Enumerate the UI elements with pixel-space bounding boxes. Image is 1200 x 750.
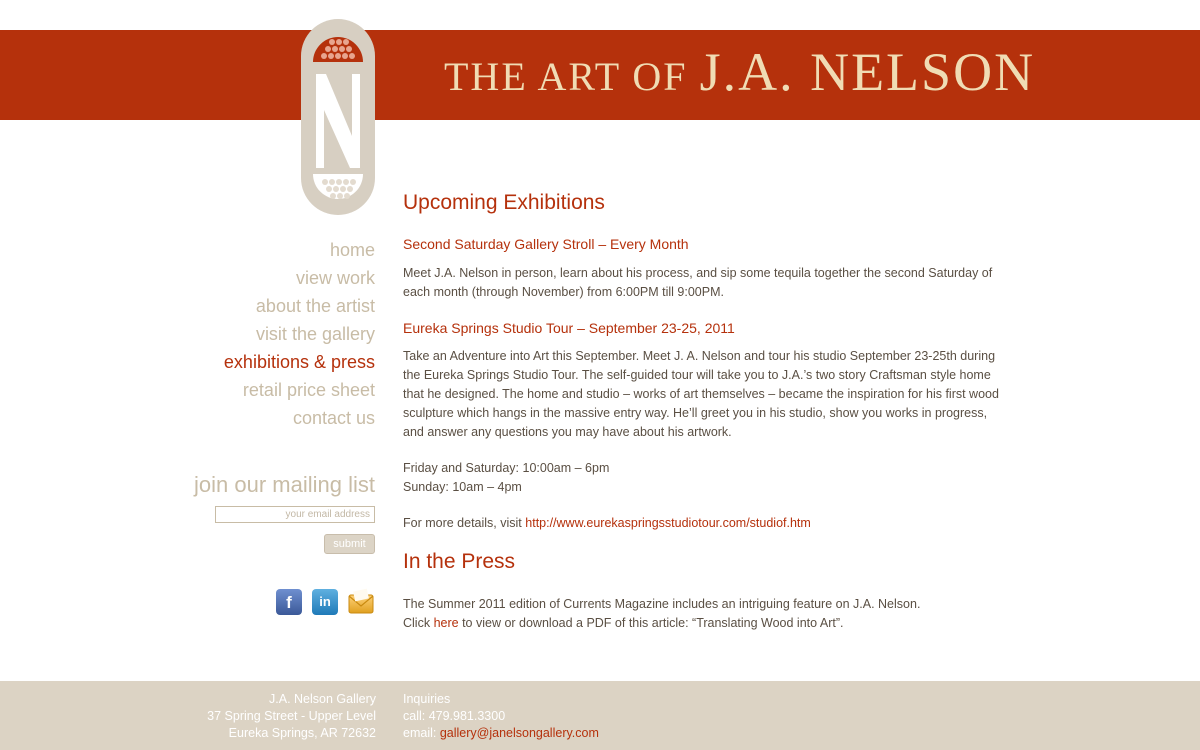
event-body-gallery-stroll: Meet J.A. Nelson in person, learn about … (403, 266, 993, 299)
footer-address: J.A. Nelson Gallery 37 Spring Street - U… (150, 691, 376, 742)
footer-contact: Inquiries call: 479.981.3300 email: gall… (403, 691, 803, 742)
footer-gallery-name: J.A. Nelson Gallery (269, 692, 376, 706)
submit-button[interactable]: submit (324, 534, 375, 554)
footer-email-link[interactable]: gallery@janelsongallery.com (440, 726, 599, 740)
nav-item-about-the-artist[interactable]: about the artist (150, 292, 375, 320)
nav-item-exhibitions-press[interactable]: exhibitions & press (150, 348, 375, 376)
footer-inquiries-label: Inquiries (403, 692, 451, 706)
press-click-text: Click (403, 616, 434, 630)
linkedin-glyph: in (319, 594, 331, 609)
details-prefix: For more details, visit (403, 516, 526, 530)
tour-hours-sunday: Sunday: 10am – 4pm (403, 480, 522, 494)
event-title-studio-tour: Eureka Springs Studio Tour – September 2… (403, 320, 735, 336)
linkedin-icon[interactable]: in (312, 589, 338, 615)
site-title-lead: THE ART OF (444, 54, 688, 99)
footer-address-line-1: 37 Spring Street - Upper Level (207, 709, 376, 723)
footer: J.A. Nelson Gallery 37 Spring Street - U… (0, 681, 1200, 750)
footer-phone: call: 479.981.3300 (403, 709, 506, 723)
footer-email-line: email: gallery@janelsongallery.com (403, 725, 803, 742)
tour-hours-weekdays: Friday and Saturday: 10:00am – 6pm (403, 461, 610, 475)
in-the-press-heading: In the Press (403, 550, 516, 573)
site-title: THE ART OF J.A. NELSON (444, 45, 1033, 103)
footer-address-line-2: Eureka Springs, AR 72632 (228, 726, 376, 740)
nav-item-retail-price-sheet[interactable]: retail price sheet (150, 376, 375, 404)
site-title-name: J.A. NELSON (699, 42, 1036, 102)
nav-item-view-work[interactable]: view work (150, 264, 375, 292)
jn-logo[interactable] (300, 18, 376, 216)
press-line-1: The Summer 2011 edition of Currents Maga… (403, 597, 921, 611)
mailing-list-heading: join our mailing list (194, 472, 375, 497)
event-title-gallery-stroll: Second Saturday Gallery Stroll – Every M… (403, 236, 689, 252)
facebook-glyph: f (286, 593, 292, 612)
email-field[interactable] (215, 506, 375, 523)
nav-item-contact-us[interactable]: contact us (150, 404, 375, 432)
press-line-2: Click here to view or download a PDF of … (403, 614, 1003, 633)
email-icon[interactable] (347, 588, 375, 616)
details-line: For more details, visit http://www.eurek… (403, 514, 1003, 533)
press-body: The Summer 2011 edition of Currents Maga… (403, 595, 1003, 633)
nav-item-visit-the-gallery[interactable]: visit the gallery (150, 320, 375, 348)
event-body-studio-tour: Take an Adventure into Art this Septembe… (403, 349, 999, 439)
studio-tour-link[interactable]: http://www.eurekaspringsstudiotour.com/s… (525, 516, 811, 530)
tour-hours: Friday and Saturday: 10:00am – 6pm Sunda… (403, 459, 1003, 497)
footer-email-prefix: email: (403, 726, 440, 740)
facebook-icon[interactable]: f (276, 589, 302, 615)
press-rest-text: to view or download a PDF of this articl… (458, 616, 844, 630)
nav-item-home[interactable]: home (150, 236, 375, 264)
press-pdf-link[interactable]: here (434, 616, 459, 630)
upcoming-exhibitions-heading: Upcoming Exhibitions (403, 191, 605, 214)
main-nav: home view work about the artist visit th… (150, 236, 375, 432)
